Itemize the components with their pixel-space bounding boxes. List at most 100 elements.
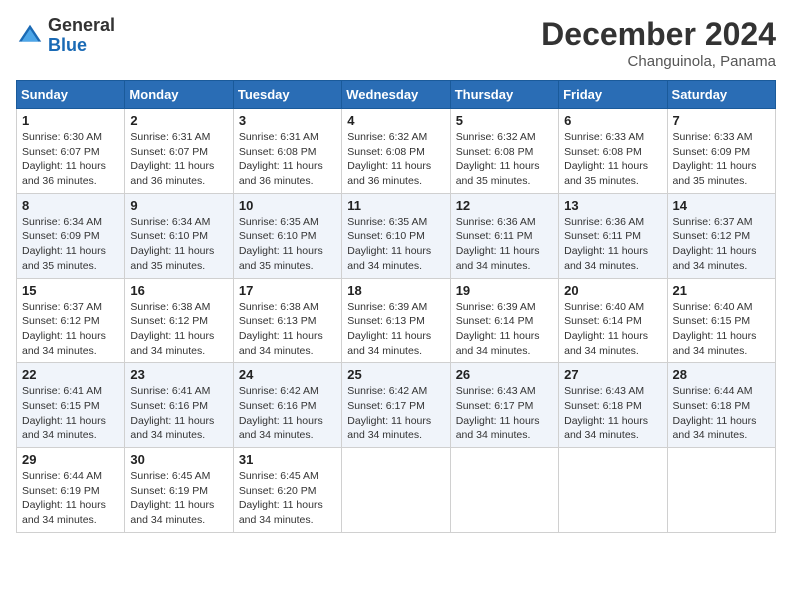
calendar-cell <box>450 448 558 533</box>
calendar-cell: 10Sunrise: 6:35 AMSunset: 6:10 PMDayligh… <box>233 193 341 278</box>
day-info: Sunrise: 6:34 AMSunset: 6:10 PMDaylight:… <box>130 215 227 274</box>
day-number: 17 <box>239 283 336 298</box>
weekday-header: Friday <box>559 81 667 109</box>
day-info: Sunrise: 6:36 AMSunset: 6:11 PMDaylight:… <box>564 215 661 274</box>
calendar-cell: 2Sunrise: 6:31 AMSunset: 6:07 PMDaylight… <box>125 109 233 194</box>
day-number: 3 <box>239 113 336 128</box>
calendar-cell <box>667 448 775 533</box>
logo: General Blue <box>16 16 115 56</box>
weekday-header: Tuesday <box>233 81 341 109</box>
day-number: 19 <box>456 283 553 298</box>
weekday-header: Sunday <box>17 81 125 109</box>
weekday-header: Monday <box>125 81 233 109</box>
calendar-cell: 11 Sunrise: 6:35 AMSunset: 6:10 PMDayligh… <box>342 193 450 278</box>
day-info: Sunrise: 6:30 AMSunset: 6:07 PMDaylight:… <box>22 130 119 189</box>
day-info: Sunrise: 6:41 AMSunset: 6:15 PMDaylight:… <box>22 384 119 443</box>
calendar-cell: 29 Sunrise: 6:44 AMSunset: 6:19 PMDayligh… <box>17 448 125 533</box>
calendar-cell: 18 Sunrise: 6:39 AMSunset: 6:13 PMDayligh… <box>342 278 450 363</box>
day-number: 31 <box>239 452 336 467</box>
day-number: 9 <box>130 198 227 213</box>
title-block: December 2024 Changuinola, Panama <box>541 16 776 70</box>
calendar-cell: 12Sunrise: 6:36 AMSunset: 6:11 PMDayligh… <box>450 193 558 278</box>
day-number: 15 <box>22 283 119 298</box>
weekday-header: Wednesday <box>342 81 450 109</box>
calendar-cell: 20Sunrise: 6:40 AMSunset: 6:14 PMDayligh… <box>559 278 667 363</box>
calendar-cell: 19 Sunrise: 6:39 AMSunset: 6:14 PMDayligh… <box>450 278 558 363</box>
calendar-cell: 1 Sunrise: 6:30 AMSunset: 6:07 PMDaylight… <box>17 109 125 194</box>
day-number: 28 <box>673 367 770 382</box>
day-number: 14 <box>673 198 770 213</box>
calendar-header-row: SundayMondayTuesdayWednesdayThursdayFrid… <box>17 81 776 109</box>
day-info: Sunrise: 6:42 AMSunset: 6:17 PMDaylight:… <box>347 384 444 443</box>
day-number: 4 <box>347 113 444 128</box>
day-number: 10 <box>239 198 336 213</box>
day-info: Sunrise: 6:38 AMSunset: 6:13 PMDaylight:… <box>239 300 336 359</box>
calendar-cell: 8 Sunrise: 6:34 AMSunset: 6:09 PMDaylight… <box>17 193 125 278</box>
calendar-cell: 23 Sunrise: 6:41 AMSunset: 6:16 PMDayligh… <box>125 363 233 448</box>
calendar-cell: 21Sunrise: 6:40 AMSunset: 6:15 PMDayligh… <box>667 278 775 363</box>
logo-text: General Blue <box>48 16 115 56</box>
day-info: Sunrise: 6:35 AMSunset: 6:10 PMDaylight:… <box>347 215 444 274</box>
calendar-cell: 13Sunrise: 6:36 AMSunset: 6:11 PMDayligh… <box>559 193 667 278</box>
calendar-week-row: 8 Sunrise: 6:34 AMSunset: 6:09 PMDaylight… <box>17 193 776 278</box>
calendar-cell: 4 Sunrise: 6:32 AMSunset: 6:08 PMDaylight… <box>342 109 450 194</box>
day-number: 18 <box>347 283 444 298</box>
calendar-cell: 30Sunrise: 6:45 AMSunset: 6:19 PMDayligh… <box>125 448 233 533</box>
calendar-cell: 26 Sunrise: 6:43 AMSunset: 6:17 PMDayligh… <box>450 363 558 448</box>
calendar-cell: 27Sunrise: 6:43 AMSunset: 6:18 PMDayligh… <box>559 363 667 448</box>
calendar-week-row: 15 Sunrise: 6:37 AMSunset: 6:12 PMDayligh… <box>17 278 776 363</box>
calendar-cell: 14Sunrise: 6:37 AMSunset: 6:12 PMDayligh… <box>667 193 775 278</box>
calendar-cell: 7 Sunrise: 6:33 AMSunset: 6:09 PMDaylight… <box>667 109 775 194</box>
day-info: Sunrise: 6:43 AMSunset: 6:18 PMDaylight:… <box>564 384 661 443</box>
day-number: 22 <box>22 367 119 382</box>
location: Changuinola, Panama <box>541 53 776 70</box>
day-number: 7 <box>673 113 770 128</box>
day-number: 12 <box>456 198 553 213</box>
day-info: Sunrise: 6:41 AMSunset: 6:16 PMDaylight:… <box>130 384 227 443</box>
day-number: 16 <box>130 283 227 298</box>
calendar-cell: 24 Sunrise: 6:42 AMSunset: 6:16 PMDayligh… <box>233 363 341 448</box>
day-number: 20 <box>564 283 661 298</box>
day-number: 1 <box>22 113 119 128</box>
day-number: 24 <box>239 367 336 382</box>
calendar-table: SundayMondayTuesdayWednesdayThursdayFrid… <box>16 80 776 533</box>
day-info: Sunrise: 6:33 AMSunset: 6:09 PMDaylight:… <box>673 130 770 189</box>
day-info: Sunrise: 6:32 AMSunset: 6:08 PMDaylight:… <box>347 130 444 189</box>
calendar-cell <box>342 448 450 533</box>
day-number: 8 <box>22 198 119 213</box>
day-info: Sunrise: 6:37 AMSunset: 6:12 PMDaylight:… <box>22 300 119 359</box>
day-info: Sunrise: 6:34 AMSunset: 6:09 PMDaylight:… <box>22 215 119 274</box>
calendar-cell: 28Sunrise: 6:44 AMSunset: 6:18 PMDayligh… <box>667 363 775 448</box>
day-info: Sunrise: 6:45 AMSunset: 6:19 PMDaylight:… <box>130 469 227 528</box>
day-info: Sunrise: 6:43 AMSunset: 6:17 PMDaylight:… <box>456 384 553 443</box>
day-info: Sunrise: 6:31 AMSunset: 6:07 PMDaylight:… <box>130 130 227 189</box>
day-info: Sunrise: 6:32 AMSunset: 6:08 PMDaylight:… <box>456 130 553 189</box>
day-info: Sunrise: 6:31 AMSunset: 6:08 PMDaylight:… <box>239 130 336 189</box>
calendar-cell: 16 Sunrise: 6:38 AMSunset: 6:12 PMDayligh… <box>125 278 233 363</box>
day-number: 11 <box>347 198 444 213</box>
calendar-cell: 3 Sunrise: 6:31 AMSunset: 6:08 PMDaylight… <box>233 109 341 194</box>
month-title: December 2024 <box>541 16 776 53</box>
day-info: Sunrise: 6:44 AMSunset: 6:19 PMDaylight:… <box>22 469 119 528</box>
day-info: Sunrise: 6:42 AMSunset: 6:16 PMDaylight:… <box>239 384 336 443</box>
day-info: Sunrise: 6:39 AMSunset: 6:13 PMDaylight:… <box>347 300 444 359</box>
day-number: 6 <box>564 113 661 128</box>
day-info: Sunrise: 6:33 AMSunset: 6:08 PMDaylight:… <box>564 130 661 189</box>
day-info: Sunrise: 6:40 AMSunset: 6:15 PMDaylight:… <box>673 300 770 359</box>
day-number: 26 <box>456 367 553 382</box>
day-number: 25 <box>347 367 444 382</box>
calendar-cell: 15 Sunrise: 6:37 AMSunset: 6:12 PMDayligh… <box>17 278 125 363</box>
calendar-cell: 9 Sunrise: 6:34 AMSunset: 6:10 PMDaylight… <box>125 193 233 278</box>
calendar-cell: 6 Sunrise: 6:33 AMSunset: 6:08 PMDaylight… <box>559 109 667 194</box>
day-number: 29 <box>22 452 119 467</box>
calendar-week-row: 22 Sunrise: 6:41 AMSunset: 6:15 PMDayligh… <box>17 363 776 448</box>
day-info: Sunrise: 6:38 AMSunset: 6:12 PMDaylight:… <box>130 300 227 359</box>
calendar-cell: 25 Sunrise: 6:42 AMSunset: 6:17 PMDayligh… <box>342 363 450 448</box>
page-header: General Blue December 2024 Changuinola, … <box>16 16 776 70</box>
calendar-cell: 22 Sunrise: 6:41 AMSunset: 6:15 PMDayligh… <box>17 363 125 448</box>
day-number: 23 <box>130 367 227 382</box>
day-info: Sunrise: 6:45 AMSunset: 6:20 PMDaylight:… <box>239 469 336 528</box>
calendar-week-row: 29 Sunrise: 6:44 AMSunset: 6:19 PMDayligh… <box>17 448 776 533</box>
day-info: Sunrise: 6:39 AMSunset: 6:14 PMDaylight:… <box>456 300 553 359</box>
logo-icon <box>16 22 44 50</box>
